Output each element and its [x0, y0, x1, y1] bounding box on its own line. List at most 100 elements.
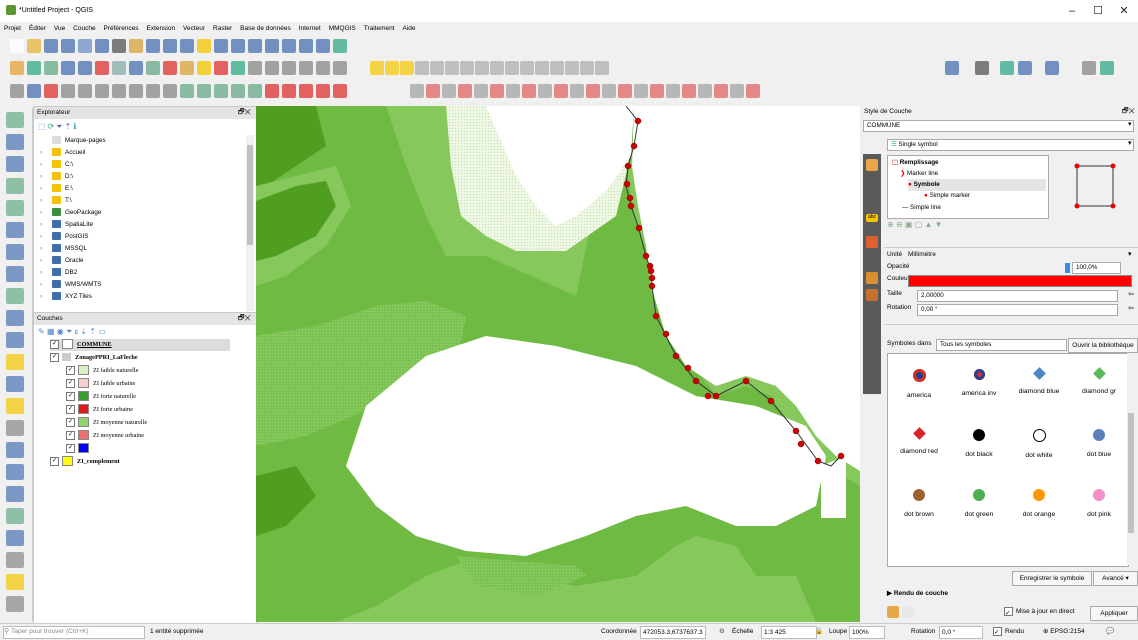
- data-source-tool-icon[interactable]: [6, 178, 24, 194]
- chevron-right-icon[interactable]: ›: [40, 279, 52, 291]
- chevron-right-icon[interactable]: ›: [40, 267, 52, 279]
- symbol-thumbnail[interactable]: dot pink: [1068, 489, 1128, 518]
- diagram-tab-icon[interactable]: [866, 272, 878, 284]
- toolbar-button-icon[interactable]: [1082, 61, 1096, 75]
- maximize-button[interactable]: ☐: [1084, 3, 1112, 19]
- toolbar-button-icon[interactable]: [265, 84, 279, 98]
- map-canvas[interactable]: [256, 106, 860, 622]
- data-source-tool-icon[interactable]: [6, 112, 24, 128]
- layer-item[interactable]: ✓ ZI forte urbaine: [66, 404, 133, 416]
- toolbar-button-icon[interactable]: [975, 61, 989, 75]
- label-tool-icon[interactable]: [475, 61, 489, 75]
- digitizing-tool-icon[interactable]: [458, 84, 472, 98]
- collapse-icon[interactable]: ⇡: [65, 122, 72, 131]
- symbol-thumbnail[interactable]: dot white: [1008, 429, 1070, 459]
- menu-editer[interactable]: Éditer: [29, 22, 46, 36]
- toolbar-button-icon[interactable]: [333, 84, 347, 98]
- toolbar-button-icon[interactable]: [61, 84, 75, 98]
- renderer-select[interactable]: ☰ Single symbol: [887, 139, 1134, 151]
- history-tab-icon[interactable]: [866, 289, 878, 301]
- digitizing-tool-icon[interactable]: [730, 84, 744, 98]
- label-tool-icon[interactable]: [550, 61, 564, 75]
- label-tool-icon[interactable]: [460, 61, 474, 75]
- visibility-icon[interactable]: ◉: [57, 327, 64, 336]
- label-tool-icon[interactable]: [370, 61, 384, 75]
- digitizing-tool-icon[interactable]: [426, 84, 440, 98]
- layer-visibility-checkbox[interactable]: ✓: [66, 391, 75, 401]
- toolbar-button-icon[interactable]: [299, 39, 313, 53]
- symbol-thumbnail[interactable]: dot brown: [888, 489, 950, 518]
- layer-visibility-checkbox[interactable]: ✓: [66, 404, 75, 414]
- unit-select[interactable]: Millimètre: [908, 249, 936, 261]
- label-tool-icon[interactable]: [400, 61, 414, 75]
- toolbar-button-icon[interactable]: [248, 39, 262, 53]
- toolbar-button-icon[interactable]: [265, 61, 279, 75]
- toolbar-button-icon[interactable]: [1000, 61, 1014, 75]
- menu-projet[interactable]: Projet: [4, 22, 21, 36]
- data-defined-icon[interactable]: ⇦: [1128, 290, 1134, 298]
- toolbar-button-icon[interactable]: [248, 84, 262, 98]
- add-selected-icon[interactable]: ⬚: [38, 122, 46, 131]
- 3d-tab-icon[interactable]: [866, 236, 878, 248]
- layer-render-section[interactable]: ▶ Rendu de couche: [887, 588, 948, 600]
- toolbar-button-icon[interactable]: [129, 84, 143, 98]
- layer-item[interactable]: ✓ COMMUNE: [50, 339, 230, 351]
- menu-aide[interactable]: Aide: [403, 22, 416, 36]
- symbology-tab-icon[interactable]: [866, 159, 878, 171]
- remove-icon[interactable]: ▭: [98, 327, 106, 336]
- data-source-tool-icon[interactable]: [6, 134, 24, 150]
- live-update-checkbox[interactable]: ✓ Mise à jour en direct: [1004, 606, 1075, 618]
- add-group-icon[interactable]: ▦: [47, 327, 55, 336]
- toolbar-button-icon[interactable]: [316, 61, 330, 75]
- toolbar-button-icon[interactable]: [61, 39, 75, 53]
- opacity-slider[interactable]: [1065, 263, 1070, 273]
- toolbar-button-icon[interactable]: [282, 61, 296, 75]
- menu-preferences[interactable]: Préférences: [104, 22, 139, 36]
- lock-icon[interactable]: ▣: [905, 220, 913, 229]
- toolbar-button-icon[interactable]: [112, 39, 126, 53]
- label-tool-icon[interactable]: [445, 61, 459, 75]
- symbol-thumbnail[interactable]: dot orange: [1008, 489, 1070, 518]
- toolbar-button-icon[interactable]: [214, 61, 228, 75]
- chevron-down-icon[interactable]: ▾: [1128, 120, 1132, 128]
- messages-icon[interactable]: 💬: [1106, 627, 1114, 637]
- opacity-input[interactable]: 100,0%: [1072, 262, 1121, 274]
- toolbar-button-icon[interactable]: [10, 61, 24, 75]
- layer-item[interactable]: ✓ ZI faible urbaine: [66, 378, 135, 390]
- coordinate-field[interactable]: 472053.3,6737637.3: [640, 626, 706, 639]
- layer-visibility-checkbox[interactable]: ✓: [50, 339, 59, 349]
- explorer-item[interactable]: › E:\: [40, 183, 73, 195]
- chevron-right-icon[interactable]: ›: [40, 219, 52, 231]
- explorer-item[interactable]: › MSSQL: [40, 243, 87, 255]
- toolbar-button-icon[interactable]: [10, 84, 24, 98]
- toolbar-button-icon[interactable]: [214, 39, 228, 53]
- explorer-item[interactable]: › PostGIS: [40, 231, 88, 243]
- digitizing-tool-icon[interactable]: [746, 84, 760, 98]
- label-tool-icon[interactable]: [415, 61, 429, 75]
- toolbar-button-icon[interactable]: [44, 84, 58, 98]
- symbol-thumbnail[interactable]: america inv: [948, 369, 1010, 397]
- toolbar-button-icon[interactable]: [146, 61, 160, 75]
- data-source-tool-icon[interactable]: [6, 376, 24, 392]
- symbol-thumbnail[interactable]: dot blue: [1068, 429, 1128, 458]
- toolbar-button-icon[interactable]: [129, 61, 143, 75]
- label-tool-icon[interactable]: [565, 61, 579, 75]
- toolbar-button-icon[interactable]: [197, 39, 211, 53]
- menu-internet[interactable]: Internet: [299, 22, 321, 36]
- toolbar-button-icon[interactable]: [10, 39, 24, 53]
- data-source-tool-icon[interactable]: [6, 552, 24, 568]
- filter-icon[interactable]: ⏷: [66, 327, 72, 336]
- toolbar-button-icon[interactable]: [1045, 61, 1059, 75]
- chevron-right-icon[interactable]: ›: [40, 195, 52, 207]
- toolbar-button-icon[interactable]: [248, 61, 262, 75]
- toolbar-button-icon[interactable]: [197, 61, 211, 75]
- toolbar-button-icon[interactable]: [78, 61, 92, 75]
- data-source-tool-icon[interactable]: [6, 222, 24, 238]
- layer-item[interactable]: ✓: [66, 443, 93, 455]
- info-icon[interactable]: ℹ: [73, 122, 76, 131]
- data-source-tool-icon[interactable]: [6, 596, 24, 612]
- toolbar-button-icon[interactable]: [146, 84, 160, 98]
- layer-visibility-checkbox[interactable]: ✓: [66, 443, 75, 453]
- digitizing-tool-icon[interactable]: [538, 84, 552, 98]
- symbol-thumbnail[interactable]: diamond red: [888, 427, 950, 455]
